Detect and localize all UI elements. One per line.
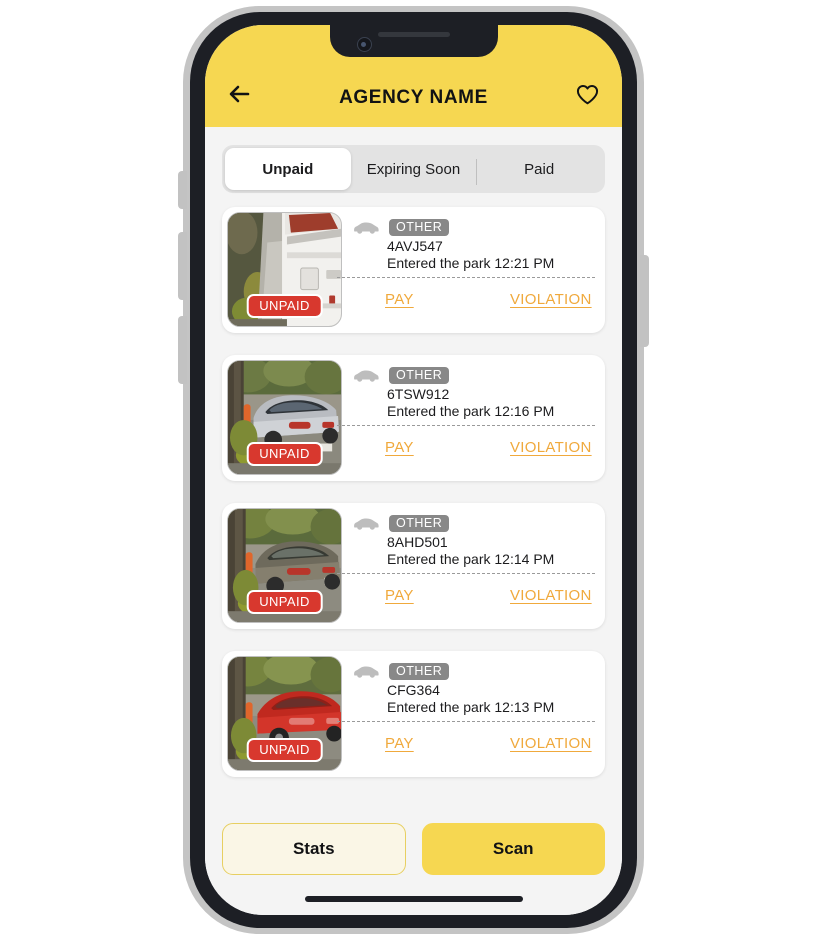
vehicle-photo[interactable]: UNPAID (227, 360, 342, 475)
silent-switch-button[interactable] (178, 171, 187, 209)
license-plate: CFG364 (387, 682, 440, 698)
vehicle-photo[interactable]: UNPAID (227, 656, 342, 771)
vehicle-meta-row: OTHER (342, 514, 605, 532)
violation-link[interactable]: VIOLATION (476, 587, 592, 604)
back-button[interactable] (227, 79, 261, 109)
license-plate: 6TSW912 (387, 386, 450, 402)
car-icon (354, 518, 379, 530)
vehicle-type-badge: OTHER (389, 514, 450, 532)
arrow-left-icon (229, 85, 250, 103)
violation-link[interactable]: VIOLATION (476, 735, 592, 752)
vehicle-meta-row: OTHER (342, 218, 605, 236)
stats-button-label: Stats (292, 839, 335, 858)
violation-link[interactable]: VIOLATION (476, 291, 592, 308)
status-badge: UNPAID (246, 590, 323, 614)
card-actions: PAY VIOLATION (342, 291, 605, 308)
vehicle-photo[interactable]: UNPAID (227, 508, 342, 623)
card-details: OTHER CFG364 Entered the park 12:13 PM P… (337, 651, 605, 777)
tab-paid[interactable]: Paid (476, 148, 602, 190)
violation-link[interactable]: VIOLATION (476, 439, 592, 456)
car-icon (354, 222, 379, 234)
card-actions: PAY VIOLATION (342, 735, 605, 752)
violations-list[interactable]: UNPAID OTHER 4AVJ547 Entered the park 12… (205, 193, 622, 861)
car-icon (354, 370, 379, 382)
vehicle-meta-row: OTHER (342, 366, 605, 384)
favorite-button[interactable] (566, 79, 600, 109)
vehicle-meta-row: OTHER (342, 662, 605, 680)
volume-up-button[interactable] (178, 232, 187, 300)
status-badge: UNPAID (246, 738, 323, 762)
tab-separator (476, 159, 478, 185)
pay-link[interactable]: PAY (352, 587, 476, 604)
tab-expiring-soon-label: Expiring Soon (366, 160, 461, 178)
scan-button-label: Scan (492, 839, 534, 858)
scan-button[interactable]: Scan (421, 823, 605, 875)
volume-down-button[interactable] (178, 316, 187, 384)
entered-time: Entered the park 12:13 PM (387, 699, 555, 715)
card-divider (337, 277, 595, 278)
entered-time: Entered the park 12:21 PM (387, 255, 555, 271)
card-actions: PAY VIOLATION (342, 587, 605, 604)
tab-expiring-soon[interactable]: Expiring Soon (351, 148, 477, 190)
heart-icon (576, 84, 599, 104)
card-divider (337, 721, 595, 722)
list-item[interactable]: UNPAID OTHER 6TSW912 Entered the park 12… (222, 355, 605, 481)
tabs-container: Unpaid Expiring Soon Paid (205, 127, 622, 193)
screenshot-scene: AGENCY NAME Unpaid Expiring Soon Paid UN… (0, 0, 827, 942)
car-icon (354, 666, 379, 678)
tab-paid-label: Paid (524, 160, 555, 178)
earpiece-speaker (377, 32, 450, 37)
pay-link[interactable]: PAY (352, 439, 476, 456)
card-details: OTHER 4AVJ547 Entered the park 12:21 PM … (337, 207, 605, 333)
stats-button[interactable]: Stats (222, 823, 406, 875)
entered-time: Entered the park 12:14 PM (387, 551, 555, 567)
status-badge: UNPAID (246, 294, 323, 318)
card-actions: PAY VIOLATION (342, 439, 605, 456)
status-badge: UNPAID (246, 442, 323, 466)
tab-unpaid[interactable]: Unpaid (225, 148, 351, 190)
list-item[interactable]: UNPAID OTHER 4AVJ547 Entered the park 12… (222, 207, 605, 333)
card-divider (337, 573, 595, 574)
vehicle-type-badge: OTHER (389, 218, 450, 236)
front-camera-icon (356, 37, 372, 52)
phone-notch (329, 25, 498, 57)
pay-link[interactable]: PAY (352, 291, 476, 308)
pay-link[interactable]: PAY (352, 735, 476, 752)
power-button[interactable] (640, 255, 649, 347)
home-indicator[interactable] (304, 896, 523, 902)
vehicle-type-badge: OTHER (389, 366, 450, 384)
license-plate: 4AVJ547 (387, 238, 443, 254)
vehicle-type-badge: OTHER (389, 662, 450, 680)
phone-screen: AGENCY NAME Unpaid Expiring Soon Paid UN… (205, 25, 622, 915)
card-divider (337, 425, 595, 426)
list-item[interactable]: UNPAID OTHER 8AHD501 Entered the park 12… (222, 503, 605, 629)
tab-unpaid-label: Unpaid (262, 160, 314, 178)
card-details: OTHER 6TSW912 Entered the park 12:16 PM … (337, 355, 605, 481)
list-item[interactable]: UNPAID OTHER CFG364 Entered the park 12:… (222, 651, 605, 777)
card-details: OTHER 8AHD501 Entered the park 12:14 PM … (337, 503, 605, 629)
vehicle-photo[interactable]: UNPAID (227, 212, 342, 327)
page-title: AGENCY NAME (339, 87, 488, 108)
entered-time: Entered the park 12:16 PM (387, 403, 555, 419)
tab-bar: Unpaid Expiring Soon Paid (222, 145, 605, 193)
license-plate: 8AHD501 (387, 534, 448, 550)
